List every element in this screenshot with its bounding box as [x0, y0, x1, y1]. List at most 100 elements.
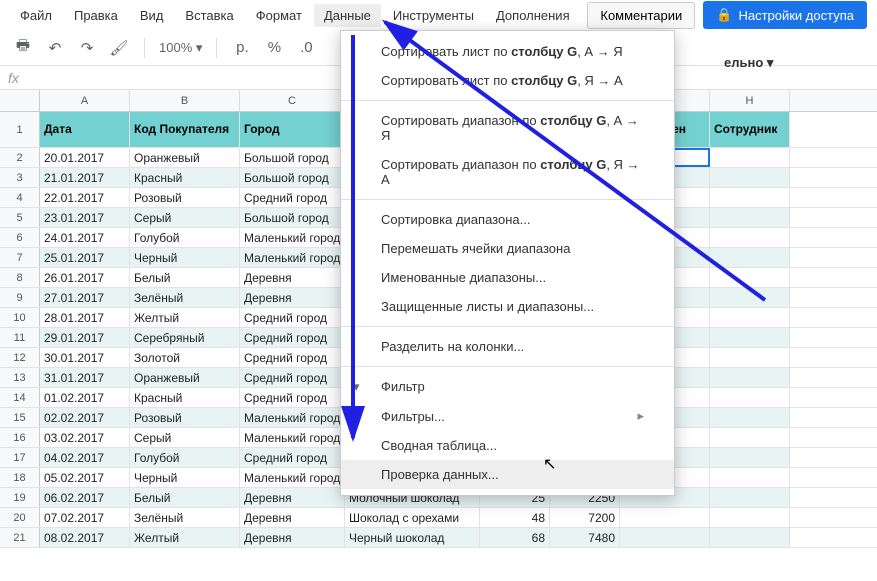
cell[interactable]: 21.01.2017	[40, 168, 130, 187]
row-number[interactable]: 5	[0, 208, 40, 227]
cell[interactable]: Черный шоколад	[345, 528, 480, 547]
cell[interactable]: 29.01.2017	[40, 328, 130, 347]
print-icon[interactable]: 🖶	[12, 37, 34, 59]
column-header-B[interactable]: B	[130, 90, 240, 111]
share-button[interactable]: 🔒 Настройки доступа	[703, 1, 867, 29]
cell[interactable]: Желтый	[130, 528, 240, 547]
cell[interactable]: Белый	[130, 488, 240, 507]
cell[interactable]: 01.02.2017	[40, 388, 130, 407]
cell[interactable]: 24.01.2017	[40, 228, 130, 247]
cell[interactable]: Деревня	[240, 528, 345, 547]
header-cell[interactable]: Код Покупателя	[130, 112, 240, 147]
cell[interactable]: 03.02.2017	[40, 428, 130, 447]
cell[interactable]: Голубой	[130, 448, 240, 467]
cell[interactable]: 30.01.2017	[40, 348, 130, 367]
cell[interactable]: 48	[480, 508, 550, 527]
cell[interactable]: 27.01.2017	[40, 288, 130, 307]
menu-file[interactable]: Файл	[10, 4, 62, 27]
header-cell[interactable]: Дата	[40, 112, 130, 147]
row-number[interactable]: 15	[0, 408, 40, 427]
comments-button[interactable]: Комментарии	[587, 2, 695, 29]
cell[interactable]: 20.01.2017	[40, 148, 130, 167]
cell[interactable]: Зелёный	[130, 288, 240, 307]
currency-icon[interactable]: р.	[231, 37, 253, 59]
cell[interactable]: Маленький город	[240, 248, 345, 267]
undo-icon[interactable]: ↶	[44, 37, 66, 59]
paint-format-icon[interactable]: 🖌	[108, 37, 130, 59]
row-number[interactable]: 21	[0, 528, 40, 547]
protected-sheets[interactable]: Защищенные листы и диапазоны...	[341, 292, 674, 321]
cell[interactable]: Серебряный	[130, 328, 240, 347]
column-header-C[interactable]: C	[240, 90, 345, 111]
pivot-table[interactable]: Сводная таблица...	[341, 431, 674, 460]
menu-tools[interactable]: Инструменты	[383, 4, 484, 27]
row-number[interactable]: 13	[0, 368, 40, 387]
cell[interactable]: 7480	[550, 528, 620, 547]
row-number[interactable]: 10	[0, 308, 40, 327]
cell[interactable]	[710, 448, 790, 467]
cell[interactable]: Голубой	[130, 228, 240, 247]
row-number[interactable]: 3	[0, 168, 40, 187]
cell[interactable]: Зелёный	[130, 508, 240, 527]
cell[interactable]: 07.02.2017	[40, 508, 130, 527]
cell[interactable]: 22.01.2017	[40, 188, 130, 207]
cell[interactable]: 31.01.2017	[40, 368, 130, 387]
cell[interactable]	[710, 488, 790, 507]
cell[interactable]	[710, 428, 790, 447]
filter[interactable]: ▾Фильтр	[341, 372, 674, 401]
cell[interactable]: Красный	[130, 168, 240, 187]
cell[interactable]: Деревня	[240, 488, 345, 507]
cell[interactable]	[710, 268, 790, 287]
cell[interactable]: 06.02.2017	[40, 488, 130, 507]
cell[interactable]: Розовый	[130, 408, 240, 427]
cell[interactable]: Маленький город	[240, 468, 345, 487]
cell[interactable]	[710, 328, 790, 347]
filter-views[interactable]: Фильтры...▸	[341, 401, 674, 431]
menu-addons[interactable]: Дополнения	[486, 4, 580, 27]
row-number[interactable]: 16	[0, 428, 40, 447]
cell[interactable]: Белый	[130, 268, 240, 287]
menu-format[interactable]: Формат	[246, 4, 312, 27]
sort-sheet-za[interactable]: Сортировать лист по столбцу G, Я → А	[341, 66, 674, 95]
sort-range-za[interactable]: Сортировать диапазон по столбцу G, Я → А	[341, 150, 674, 194]
cell[interactable]: Серый	[130, 208, 240, 227]
cell[interactable]	[710, 308, 790, 327]
percent-icon[interactable]: %	[263, 37, 285, 59]
cell[interactable]: Средний город	[240, 348, 345, 367]
row-number[interactable]: 20	[0, 508, 40, 527]
cell[interactable]: Маленький город	[240, 228, 345, 247]
cell[interactable]: Маленький город	[240, 428, 345, 447]
cell[interactable]	[710, 248, 790, 267]
cell[interactable]: Средний город	[240, 388, 345, 407]
cell[interactable]: Серый	[130, 428, 240, 447]
randomize-range[interactable]: Перемешать ячейки диапазона	[341, 234, 674, 263]
named-ranges[interactable]: Именованные диапазоны...	[341, 263, 674, 292]
row-number[interactable]: 18	[0, 468, 40, 487]
cell[interactable]	[710, 168, 790, 187]
header-cell[interactable]: Город	[240, 112, 345, 147]
row-number[interactable]: 6	[0, 228, 40, 247]
row-number[interactable]: 17	[0, 448, 40, 467]
menu-data[interactable]: Данные	[314, 4, 381, 27]
cell[interactable]: Розовый	[130, 188, 240, 207]
cell[interactable]: 02.02.2017	[40, 408, 130, 427]
cell[interactable]	[710, 148, 790, 167]
cell[interactable]	[710, 408, 790, 427]
redo-icon[interactable]: ↷	[76, 37, 98, 59]
row-number[interactable]: 9	[0, 288, 40, 307]
cell[interactable]: Средний город	[240, 188, 345, 207]
cell[interactable]: Средний город	[240, 368, 345, 387]
menu-view[interactable]: Вид	[130, 4, 174, 27]
row-number[interactable]: 1	[0, 112, 40, 147]
column-header-H[interactable]: H	[710, 90, 790, 111]
cell[interactable]: Средний город	[240, 308, 345, 327]
cell[interactable]: 25.01.2017	[40, 248, 130, 267]
cell[interactable]	[710, 468, 790, 487]
cell[interactable]: 7200	[550, 508, 620, 527]
cell[interactable]: Средний город	[240, 448, 345, 467]
row-number[interactable]: 7	[0, 248, 40, 267]
cell[interactable]: 68	[480, 528, 550, 547]
cell[interactable]: Желтый	[130, 308, 240, 327]
zoom-select[interactable]: 100% ▾	[159, 40, 202, 56]
cell[interactable]: Маленький город	[240, 408, 345, 427]
